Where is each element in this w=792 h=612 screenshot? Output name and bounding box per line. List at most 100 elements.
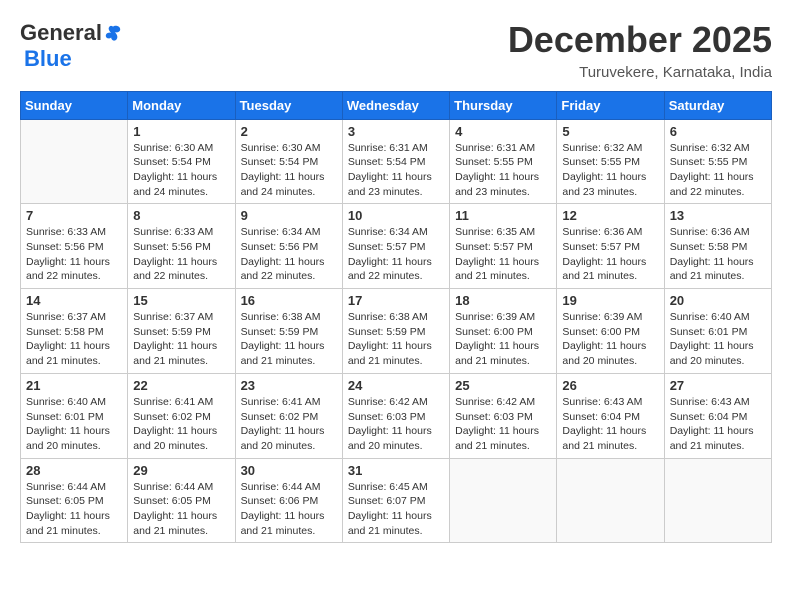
table-row: 13 Sunrise: 6:36 AM Sunset: 5:58 PM Dayli… — [664, 204, 771, 289]
day-number: 21 — [26, 378, 122, 393]
day-content: Sunrise: 6:41 AM Sunset: 6:02 PM Dayligh… — [241, 395, 337, 454]
table-row: 28 Sunrise: 6:44 AM Sunset: 6:05 PM Dayli… — [21, 458, 128, 543]
col-thursday: Thursday — [450, 91, 557, 119]
day-content: Sunrise: 6:30 AM Sunset: 5:54 PM Dayligh… — [133, 141, 229, 200]
table-row: 23Sunrise: 6:41 AM Sunset: 6:02 PM Dayli… — [235, 373, 342, 458]
day-content: Sunrise: 6:37 AM Sunset: 5:58 PM Dayligh… — [26, 310, 122, 369]
title-block: December 2025 Turuvekere, Karnataka, Ind… — [508, 20, 772, 81]
table-row: 26 Sunrise: 6:43 AM Sunset: 6:04 PM Dayli… — [557, 373, 664, 458]
day-content: Sunrise: 6:39 AM Sunset: 6:00 PM Dayligh… — [455, 310, 551, 369]
day-content: Sunrise: 6:42 AM Sunset: 6:03 PM Dayligh… — [455, 395, 551, 454]
day-number: 5 — [562, 124, 658, 139]
table-row: 29Sunrise: 6:44 AM Sunset: 6:05 PM Dayli… — [128, 458, 235, 543]
day-number: 1 — [133, 124, 229, 139]
day-content: Sunrise: 6:38 AM Sunset: 5:59 PM Dayligh… — [241, 310, 337, 369]
table-row — [664, 458, 771, 543]
day-content: Sunrise: 6:37 AM Sunset: 5:59 PM Dayligh… — [133, 310, 229, 369]
calendar-week-row: 21 Sunrise: 6:40 AM Sunset: 6:01 PM Dayli… — [21, 373, 772, 458]
calendar-header-row: Sunday Monday Tuesday Wednesday Thursday… — [21, 91, 772, 119]
day-content: Sunrise: 6:34 AM Sunset: 5:57 PM Dayligh… — [348, 225, 444, 284]
day-number: 11 — [455, 208, 551, 223]
month-title: December 2025 — [508, 20, 772, 60]
page-header: General Blue December 2025 Turuvekere, K… — [20, 20, 772, 81]
day-content: Sunrise: 6:31 AM Sunset: 5:54 PM Dayligh… — [348, 141, 444, 200]
day-number: 27 — [670, 378, 766, 393]
table-row: 9 Sunrise: 6:34 AM Sunset: 5:56 PM Daylig… — [235, 204, 342, 289]
day-content: Sunrise: 6:36 AM Sunset: 5:58 PM Dayligh… — [670, 225, 766, 284]
table-row: 27 Sunrise: 6:43 AM Sunset: 6:04 PM Dayli… — [664, 373, 771, 458]
table-row: 10 Sunrise: 6:34 AM Sunset: 5:57 PM Dayli… — [342, 204, 449, 289]
day-content: Sunrise: 6:33 AM Sunset: 5:56 PM Dayligh… — [26, 225, 122, 284]
day-number: 20 — [670, 293, 766, 308]
day-number: 18 — [455, 293, 551, 308]
day-number: 26 — [562, 378, 658, 393]
col-wednesday: Wednesday — [342, 91, 449, 119]
col-tuesday: Tuesday — [235, 91, 342, 119]
table-row: 25Sunrise: 6:42 AM Sunset: 6:03 PM Dayli… — [450, 373, 557, 458]
day-number: 13 — [670, 208, 766, 223]
table-row — [557, 458, 664, 543]
day-content: Sunrise: 6:43 AM Sunset: 6:04 PM Dayligh… — [562, 395, 658, 454]
table-row: 4Sunrise: 6:31 AM Sunset: 5:55 PM Daylig… — [450, 119, 557, 204]
day-number: 12 — [562, 208, 658, 223]
day-number: 29 — [133, 463, 229, 478]
day-content: Sunrise: 6:36 AM Sunset: 5:57 PM Dayligh… — [562, 225, 658, 284]
day-content: Sunrise: 6:45 AM Sunset: 6:07 PM Dayligh… — [348, 480, 444, 539]
table-row: 30Sunrise: 6:44 AM Sunset: 6:06 PM Dayli… — [235, 458, 342, 543]
logo-general: General — [20, 20, 102, 46]
day-content: Sunrise: 6:44 AM Sunset: 6:05 PM Dayligh… — [26, 480, 122, 539]
day-number: 16 — [241, 293, 337, 308]
calendar-table: Sunday Monday Tuesday Wednesday Thursday… — [20, 91, 772, 544]
table-row: 1 Sunrise: 6:30 AM Sunset: 5:54 PM Daylig… — [128, 119, 235, 204]
table-row: 22 Sunrise: 6:41 AM Sunset: 6:02 PM Dayli… — [128, 373, 235, 458]
day-number: 10 — [348, 208, 444, 223]
table-row — [21, 119, 128, 204]
table-row: 6 Sunrise: 6:32 AM Sunset: 5:55 PM Daylig… — [664, 119, 771, 204]
table-row: 16 Sunrise: 6:38 AM Sunset: 5:59 PM Dayli… — [235, 289, 342, 374]
day-number: 24 — [348, 378, 444, 393]
day-number: 6 — [670, 124, 766, 139]
col-monday: Monday — [128, 91, 235, 119]
day-content: Sunrise: 6:40 AM Sunset: 6:01 PM Dayligh… — [26, 395, 122, 454]
day-content: Sunrise: 6:31 AM Sunset: 5:55 PM Dayligh… — [455, 141, 551, 200]
day-content: Sunrise: 6:43 AM Sunset: 6:04 PM Dayligh… — [670, 395, 766, 454]
table-row: 21 Sunrise: 6:40 AM Sunset: 6:01 PM Dayli… — [21, 373, 128, 458]
col-sunday: Sunday — [21, 91, 128, 119]
table-row: 2 Sunrise: 6:30 AM Sunset: 5:54 PM Daylig… — [235, 119, 342, 204]
day-content: Sunrise: 6:35 AM Sunset: 5:57 PM Dayligh… — [455, 225, 551, 284]
table-row: 20Sunrise: 6:40 AM Sunset: 6:01 PM Dayli… — [664, 289, 771, 374]
day-number: 3 — [348, 124, 444, 139]
table-row: 5 Sunrise: 6:32 AM Sunset: 5:55 PM Daylig… — [557, 119, 664, 204]
table-row: 7 Sunrise: 6:33 AM Sunset: 5:56 PM Daylig… — [21, 204, 128, 289]
table-row: 15Sunrise: 6:37 AM Sunset: 5:59 PM Dayli… — [128, 289, 235, 374]
day-number: 17 — [348, 293, 444, 308]
day-content: Sunrise: 6:32 AM Sunset: 5:55 PM Dayligh… — [670, 141, 766, 200]
col-saturday: Saturday — [664, 91, 771, 119]
calendar-week-row: 7 Sunrise: 6:33 AM Sunset: 5:56 PM Daylig… — [21, 204, 772, 289]
table-row: 24Sunrise: 6:42 AM Sunset: 6:03 PM Dayli… — [342, 373, 449, 458]
day-number: 9 — [241, 208, 337, 223]
col-friday: Friday — [557, 91, 664, 119]
day-number: 7 — [26, 208, 122, 223]
day-content: Sunrise: 6:39 AM Sunset: 6:00 PM Dayligh… — [562, 310, 658, 369]
day-content: Sunrise: 6:32 AM Sunset: 5:55 PM Dayligh… — [562, 141, 658, 200]
table-row: 8Sunrise: 6:33 AM Sunset: 5:56 PM Daylig… — [128, 204, 235, 289]
day-number: 22 — [133, 378, 229, 393]
day-content: Sunrise: 6:38 AM Sunset: 5:59 PM Dayligh… — [348, 310, 444, 369]
table-row: 31Sunrise: 6:45 AM Sunset: 6:07 PM Dayli… — [342, 458, 449, 543]
logo: General Blue — [20, 20, 122, 72]
day-content: Sunrise: 6:30 AM Sunset: 5:54 PM Dayligh… — [241, 141, 337, 200]
table-row: 12 Sunrise: 6:36 AM Sunset: 5:57 PM Dayli… — [557, 204, 664, 289]
day-content: Sunrise: 6:41 AM Sunset: 6:02 PM Dayligh… — [133, 395, 229, 454]
table-row — [450, 458, 557, 543]
table-row: 19Sunrise: 6:39 AM Sunset: 6:00 PM Dayli… — [557, 289, 664, 374]
calendar-week-row: 1 Sunrise: 6:30 AM Sunset: 5:54 PM Daylig… — [21, 119, 772, 204]
day-number: 2 — [241, 124, 337, 139]
day-number: 28 — [26, 463, 122, 478]
day-content: Sunrise: 6:34 AM Sunset: 5:56 PM Dayligh… — [241, 225, 337, 284]
table-row: 14Sunrise: 6:37 AM Sunset: 5:58 PM Dayli… — [21, 289, 128, 374]
calendar-week-row: 28 Sunrise: 6:44 AM Sunset: 6:05 PM Dayli… — [21, 458, 772, 543]
table-row: 18 Sunrise: 6:39 AM Sunset: 6:00 PM Dayli… — [450, 289, 557, 374]
logo-blue-text: Blue — [24, 46, 72, 71]
day-number: 30 — [241, 463, 337, 478]
